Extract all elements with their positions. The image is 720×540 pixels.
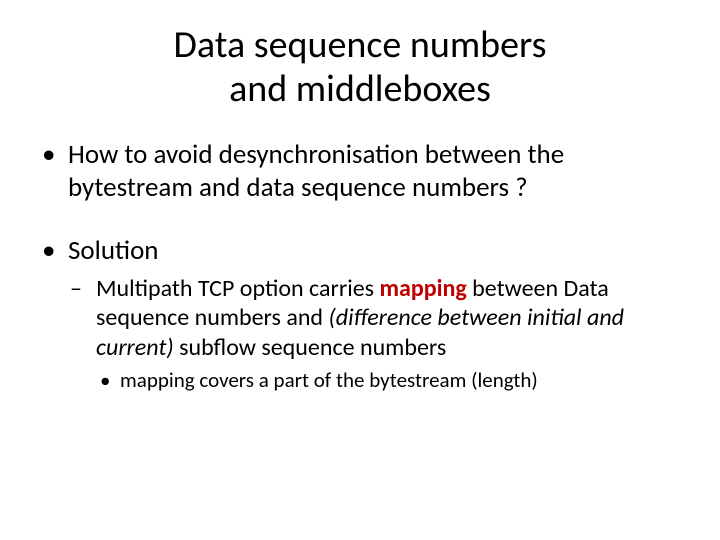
sub-list: Multipath TCP option carries mapping bet… — [68, 274, 680, 393]
sub-bullet-1: Multipath TCP option carries mapping bet… — [68, 274, 680, 393]
title-line-1: Data sequence numbers — [173, 22, 546, 68]
sub-bullet-1-highlight: mapping — [379, 274, 466, 303]
subsub-list: mapping covers a part of the bytestream … — [96, 368, 680, 393]
bullet-1-text: How to avoid desynchronisation between t… — [68, 138, 564, 204]
slide-title: Data sequence numbers and middleboxes — [40, 24, 680, 111]
title-line-2: and middleboxes — [229, 66, 491, 112]
bullet-2: Solution Multipath TCP option carries ma… — [40, 235, 680, 393]
subsub-bullet-1: mapping covers a part of the bytestream … — [96, 368, 680, 393]
sub-bullet-1-mid2: subflow sequence numbers — [174, 333, 447, 362]
sub-bullet-1-pre: Multipath TCP option carries — [96, 274, 379, 303]
bullet-2-label: Solution — [68, 234, 159, 267]
bullet-list: How to avoid desynchronisation between t… — [40, 139, 680, 393]
slide: Data sequence numbers and middleboxes Ho… — [0, 0, 720, 540]
bullet-1: How to avoid desynchronisation between t… — [40, 139, 680, 205]
subsub-bullet-1-text: mapping covers a part of the bytestream … — [120, 367, 538, 393]
